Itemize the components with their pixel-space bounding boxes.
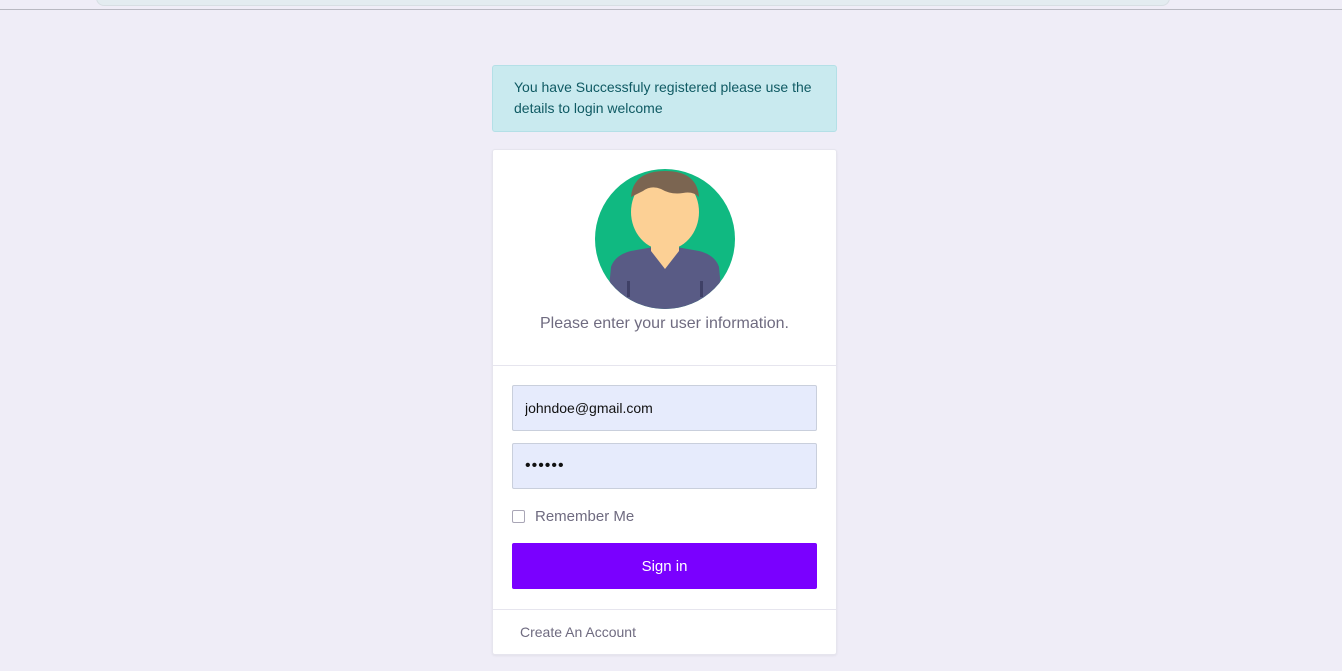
email-field[interactable]: [512, 385, 817, 431]
address-bar-edge: [96, 0, 1170, 6]
remember-me-label[interactable]: Remember Me: [535, 508, 634, 525]
alert-message: You have Successfuly registered please u…: [514, 79, 812, 116]
remember-me-checkbox[interactable]: [512, 509, 525, 523]
login-card-footer: Create An Account: [493, 609, 836, 655]
create-account-link[interactable]: Create An Account: [520, 624, 636, 640]
user-avatar-icon: [595, 169, 735, 309]
login-card: Please enter your user information. Reme…: [492, 149, 837, 655]
success-alert: You have Successfuly registered please u…: [492, 65, 837, 132]
sign-in-button[interactable]: Sign in: [512, 543, 817, 589]
login-card-header: Please enter your user information.: [493, 150, 836, 366]
login-subtitle: Please enter your user information.: [539, 315, 789, 332]
remember-me-row[interactable]: Remember Me: [512, 506, 634, 526]
browser-top-bar: [0, 0, 1342, 10]
password-field[interactable]: [512, 443, 817, 489]
